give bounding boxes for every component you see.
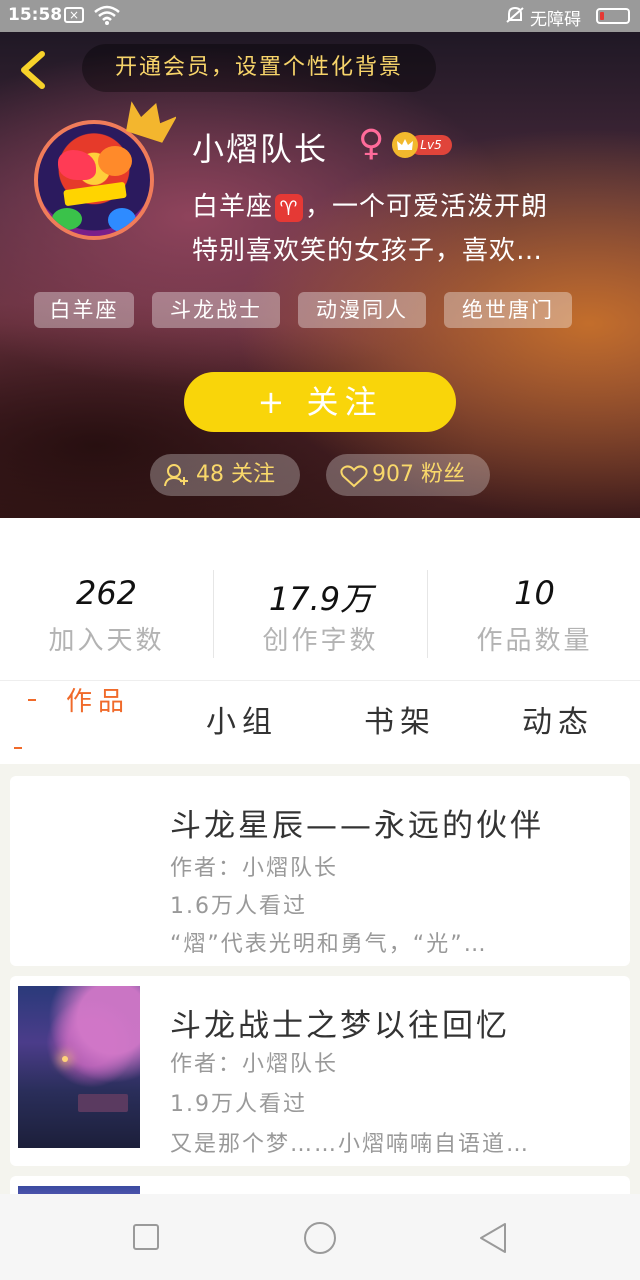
tag-chip[interactable]: 斗龙战士 (152, 292, 280, 328)
home-icon[interactable] (303, 1221, 337, 1255)
tag-chip[interactable]: 动漫同人 (298, 292, 426, 328)
tab-activity[interactable]: 动态 (522, 697, 594, 741)
stats-panel: 262 加入天数 17.9万 创作字数 10 作品数量 (0, 518, 640, 680)
work-views: 1.9万人看过 (170, 1092, 307, 1117)
stat-value: 10 (514, 574, 555, 612)
bio-line-1: 白羊座 ♈ ，一个可爱活泼开朗 (192, 186, 548, 223)
tab-bookshelf[interactable]: 书架 (364, 697, 436, 741)
following-text: 48 关注 (196, 462, 275, 487)
status-time: 15:58 (8, 5, 63, 25)
plus-icon: + (257, 383, 291, 421)
stat-label: 创作字数 (262, 626, 379, 656)
following-count[interactable]: 48 关注 (150, 454, 300, 496)
follow-button[interactable]: + 关注 (184, 372, 456, 432)
tag-chip[interactable]: 白羊座 (34, 292, 134, 328)
system-nav-bar (0, 1194, 640, 1280)
profile-tabs: 作品 小组 书架 动态 (0, 680, 640, 764)
stat-value: 17.9万 (268, 580, 373, 618)
tab-works[interactable]: 作品 (66, 681, 130, 718)
work-card[interactable]: 斗龙战士之梦以往回忆 作者：小熠队长 1.9万人看过 又是那个梦……小熠喃喃自语… (10, 976, 630, 1166)
follow-label: 关注 (306, 383, 383, 421)
work-cover-image (18, 986, 140, 1148)
tab-indicator (28, 699, 36, 701)
work-title: 斗龙星辰——永远的伙伴 (170, 808, 544, 844)
work-card[interactable]: 斗龙星辰——永远的伙伴 作者：小熠队长 1.6万人看过 “熠”代表光明和勇气，“… (10, 776, 630, 966)
tab-groups[interactable]: 小组 (206, 697, 278, 741)
person-add-icon (164, 464, 188, 487)
work-excerpt: 又是那个梦……小熠喃喃自语道… (170, 1132, 531, 1157)
vip-background-banner[interactable]: 开通会员，设置个性化背景 (82, 44, 436, 92)
work-author: 作者：小熠队长 (170, 856, 339, 881)
level-badge: Lv5 (392, 132, 454, 158)
accessibility-label: 无障碍 (530, 10, 581, 30)
followers-text: 907 粉丝 (372, 462, 465, 487)
back-nav-icon[interactable] (478, 1221, 508, 1255)
bio-text-1: 白羊座 (192, 192, 274, 222)
stat-works-count: 10 作品数量 (428, 518, 640, 680)
tag-chip[interactable]: 绝世唐门 (444, 292, 572, 328)
stat-label: 作品数量 (476, 626, 593, 656)
wifi-icon (94, 5, 120, 25)
bio-line-2: 特别喜欢笑的女孩子，喜欢… (192, 236, 544, 266)
profile-header: 开通会员，设置个性化背景 小熠队长 ♀ Lv5 白羊座 ♈ ，一个可爱活泼开朗 特别… (0, 32, 640, 518)
notification-icon: × (64, 7, 84, 23)
bio-text-2: ，一个可爱活泼开朗 (305, 192, 549, 222)
stat-value: 262 (75, 574, 138, 612)
crown-icon (126, 101, 176, 143)
stat-join-days: 262 加入天数 (0, 518, 213, 680)
work-views: 1.6万人看过 (170, 894, 307, 919)
status-bar: 15:58 × 无障碍 (0, 0, 640, 32)
female-icon: ♀ (358, 123, 385, 164)
followers-count[interactable]: 907 粉丝 (326, 454, 490, 496)
silent-bell-icon (506, 6, 524, 23)
stat-label: 加入天数 (48, 626, 165, 656)
back-arrow-icon[interactable] (14, 48, 54, 92)
recent-apps-icon[interactable] (132, 1223, 160, 1251)
heart-icon (340, 465, 368, 488)
work-excerpt: “熠”代表光明和勇气，“光”… (170, 932, 488, 957)
work-title: 斗龙战士之梦以往回忆 (170, 1008, 510, 1044)
aries-icon: ♈ (275, 193, 304, 222)
crown-badge-icon (392, 132, 418, 158)
stat-word-count: 17.9万 创作字数 (214, 518, 427, 680)
tab-indicator (14, 747, 22, 749)
username: 小熠队长 (192, 130, 329, 168)
battery-icon (596, 8, 630, 24)
work-author: 作者：小熠队长 (170, 1052, 339, 1077)
